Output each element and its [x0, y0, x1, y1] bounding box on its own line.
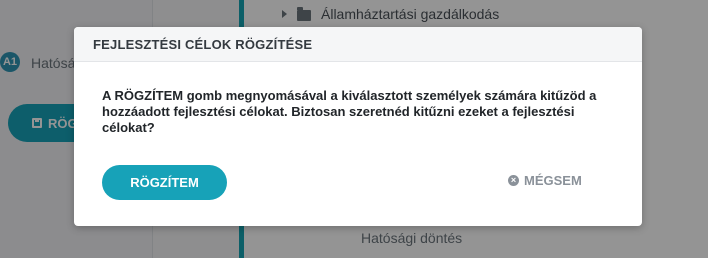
confirm-button[interactable]: RÖGZÍTEM	[102, 165, 227, 200]
confirm-dialog: FEJLESZTÉSI CÉLOK RÖGZÍTÉSE A RÖGZÍTEM g…	[74, 27, 642, 226]
dialog-message: A RÖGZÍTEM gomb megnyomásával a kiválasz…	[102, 88, 597, 135]
cancel-button[interactable]: × MÉGSEM	[508, 173, 582, 188]
dialog-header: FEJLESZTÉSI CÉLOK RÖGZÍTÉSE	[74, 27, 642, 62]
close-circle-icon: ×	[508, 175, 519, 186]
cancel-button-label: MÉGSEM	[524, 173, 582, 188]
dialog-title: FEJLESZTÉSI CÉLOK RÖGZÍTÉSE	[93, 36, 313, 52]
